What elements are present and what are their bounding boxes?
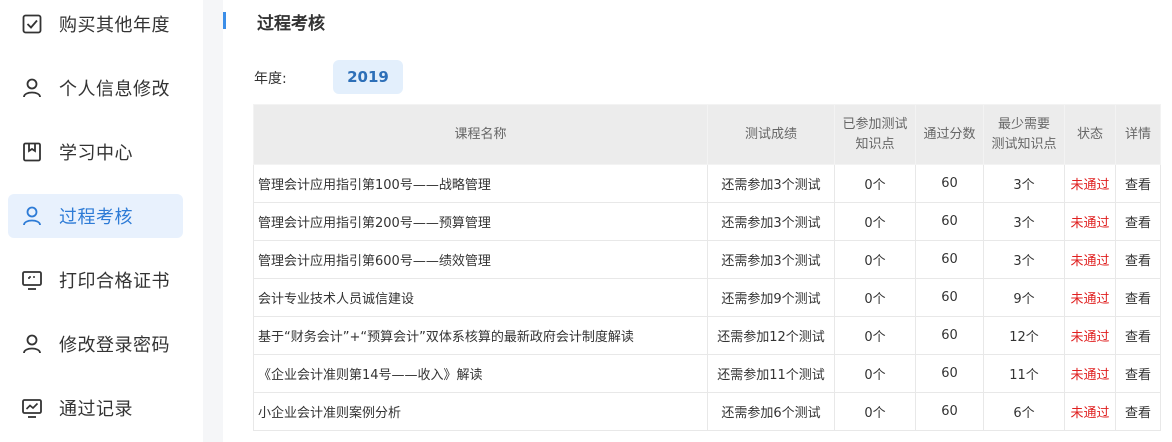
view-detail-link[interactable]: 查看 (1115, 164, 1161, 203)
sidebar-item-print-certificate[interactable]: 打印合格证书 (8, 258, 183, 302)
pass-score-cell: 60 (915, 202, 984, 241)
joined-cell: 0个 (834, 164, 916, 203)
table-row: 小企业会计准则案例分析 还需参加6个测试 0个 60 6个 未通过 查看 (253, 392, 1161, 431)
status-cell: 未通过 (1064, 240, 1116, 279)
pass-score-cell: 60 (915, 354, 984, 393)
sidebar-item-learning-center[interactable]: 学习中心 (8, 130, 183, 174)
score-cell: 还需参加3个测试 (707, 240, 835, 279)
header-joined-line1: 已参加测试 (842, 116, 908, 132)
status-cell: 未通过 (1064, 278, 1116, 317)
status-cell: 未通过 (1064, 392, 1116, 431)
page-title: 过程考核 (257, 14, 325, 34)
title-accent-bar (223, 12, 226, 29)
monitor-icon (22, 271, 42, 290)
header-joined-line2: 知识点 (855, 136, 895, 152)
header-min-line1: 最少需要 (997, 116, 1050, 132)
header-min-line2: 测试知识点 (991, 136, 1057, 152)
table-row: 管理会计应用指引第600号——绩效管理 还需参加3个测试 0个 60 3个 未通… (253, 240, 1161, 279)
sidebar-item-label: 购买其他年度 (59, 15, 170, 36)
joined-cell: 0个 (834, 278, 916, 317)
course-name-cell: 小企业会计准则案例分析 (253, 392, 708, 431)
header-pass-score: 通过分数 (915, 104, 984, 165)
year-selector[interactable]: 2019 (333, 60, 403, 94)
status-cell: 未通过 (1064, 316, 1116, 355)
table-row: 基于“财务会计”+“预算会计”双体系核算的最新政府会计制度解读 还需参加12个测… (253, 316, 1161, 355)
bookmark-icon (23, 142, 41, 162)
sidebar-item-label: 学习中心 (59, 143, 133, 164)
layout-gap (203, 0, 223, 442)
min-points-cell: 6个 (983, 392, 1065, 431)
pass-score-cell: 60 (915, 164, 984, 203)
sidebar-item-buy-other-year[interactable]: 购买其他年度 (8, 2, 183, 46)
view-detail-link[interactable]: 查看 (1115, 354, 1161, 393)
sidebar-item-label: 通过记录 (59, 399, 133, 420)
score-cell: 还需参加3个测试 (707, 164, 835, 203)
year-label: 年度: (254, 71, 287, 87)
sidebar-item-change-password[interactable]: 修改登录密码 (8, 322, 183, 366)
view-detail-link[interactable]: 查看 (1115, 316, 1161, 355)
header-joined-points: 已参加测试 知识点 (834, 104, 916, 165)
view-detail-link[interactable]: 查看 (1115, 392, 1161, 431)
status-cell: 未通过 (1064, 164, 1116, 203)
sidebar: 购买其他年度 个人信息修改 学习中心 过程考核 打印合格证书 修改登录密码 通过… (0, 0, 203, 442)
course-name-cell: 基于“财务会计”+“预算会计”双体系核算的最新政府会计制度解读 (253, 316, 708, 355)
header-detail: 详情 (1115, 104, 1161, 165)
joined-cell: 0个 (834, 392, 916, 431)
joined-cell: 0个 (834, 354, 916, 393)
min-points-cell: 3个 (983, 240, 1065, 279)
user-icon (23, 334, 41, 354)
view-detail-link[interactable]: 查看 (1115, 202, 1161, 241)
table-row: 《企业会计准则第14号——收入》解读 还需参加11个测试 0个 60 11个 未… (253, 354, 1161, 393)
min-points-cell: 11个 (983, 354, 1065, 393)
score-cell: 还需参加6个测试 (707, 392, 835, 431)
course-name-cell: 管理会计应用指引第600号——绩效管理 (253, 240, 708, 279)
sidebar-item-pass-records[interactable]: 通过记录 (8, 386, 183, 430)
header-status: 状态 (1064, 104, 1116, 165)
view-detail-link[interactable]: 查看 (1115, 240, 1161, 279)
pass-score-cell: 60 (915, 392, 984, 431)
status-cell: 未通过 (1064, 354, 1116, 393)
min-points-cell: 3个 (983, 164, 1065, 203)
joined-cell: 0个 (834, 316, 916, 355)
assessment-table: 课程名称 测试成绩 已参加测试 知识点 通过分数 最少需要 测试知识点 状态 详… (253, 104, 1161, 431)
course-name-cell: 会计专业技术人员诚信建设 (253, 278, 708, 317)
pass-score-cell: 60 (915, 316, 984, 355)
status-cell: 未通过 (1064, 202, 1116, 241)
table-row: 管理会计应用指引第100号——战略管理 还需参加3个测试 0个 60 3个 未通… (253, 164, 1161, 203)
main-panel: 过程考核 年度: 2019 课程名称 测试成绩 已参加测试 知识点 通过分数 最… (223, 0, 1172, 442)
user-icon (23, 206, 41, 226)
course-name-cell: 管理会计应用指引第100号——战略管理 (253, 164, 708, 203)
chart-monitor-icon (22, 399, 42, 418)
pass-score-cell: 60 (915, 278, 984, 317)
score-cell: 还需参加9个测试 (707, 278, 835, 317)
user-icon (23, 78, 41, 98)
min-points-cell: 9个 (983, 278, 1065, 317)
score-cell: 还需参加11个测试 (707, 354, 835, 393)
course-name-cell: 管理会计应用指引第200号——预算管理 (253, 202, 708, 241)
score-cell: 还需参加3个测试 (707, 202, 835, 241)
sidebar-item-process-assessment[interactable]: 过程考核 (8, 194, 183, 238)
header-test-score: 测试成绩 (707, 104, 835, 165)
header-min-points: 最少需要 测试知识点 (983, 104, 1065, 165)
table-header-row: 课程名称 测试成绩 已参加测试 知识点 通过分数 最少需要 测试知识点 状态 详… (253, 104, 1161, 165)
min-points-cell: 12个 (983, 316, 1065, 355)
course-name-cell: 《企业会计准则第14号——收入》解读 (253, 354, 708, 393)
joined-cell: 0个 (834, 240, 916, 279)
sidebar-item-label: 个人信息修改 (59, 79, 170, 100)
checkbox-icon (22, 14, 42, 34)
table-row: 管理会计应用指引第200号——预算管理 还需参加3个测试 0个 60 3个 未通… (253, 202, 1161, 241)
sidebar-item-label: 过程考核 (59, 207, 133, 228)
sidebar-item-profile-edit[interactable]: 个人信息修改 (8, 66, 183, 110)
table-row: 会计专业技术人员诚信建设 还需参加9个测试 0个 60 9个 未通过 查看 (253, 278, 1161, 317)
score-cell: 还需参加12个测试 (707, 316, 835, 355)
min-points-cell: 3个 (983, 202, 1065, 241)
sidebar-item-label: 修改登录密码 (59, 335, 170, 356)
header-course-name: 课程名称 (253, 104, 708, 165)
view-detail-link[interactable]: 查看 (1115, 278, 1161, 317)
sidebar-item-label: 打印合格证书 (59, 271, 170, 292)
pass-score-cell: 60 (915, 240, 984, 279)
joined-cell: 0个 (834, 202, 916, 241)
